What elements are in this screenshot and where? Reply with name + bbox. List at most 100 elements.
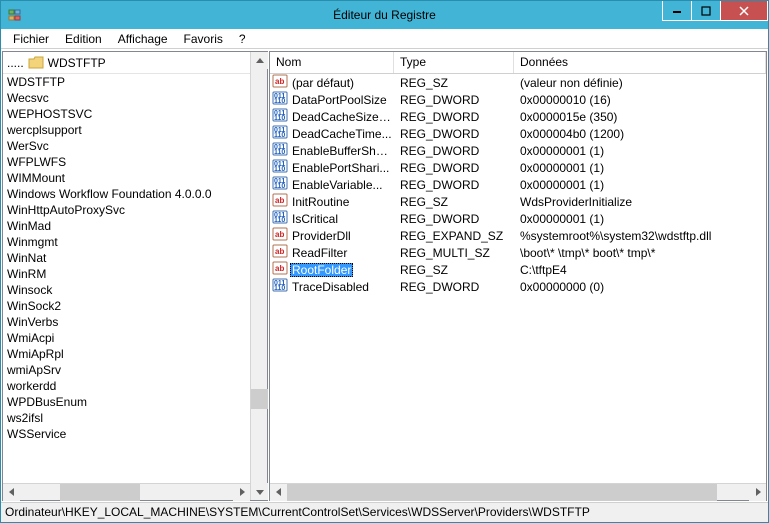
menu-file[interactable]: Fichier xyxy=(5,30,57,48)
svg-text:110: 110 xyxy=(274,149,285,156)
minimize-button[interactable] xyxy=(662,1,692,21)
list-row[interactable]: 011110EnableVariable...REG_DWORD0x000000… xyxy=(270,176,766,193)
column-name-header[interactable]: Nom xyxy=(270,52,394,73)
tree-node[interactable]: WIMMount xyxy=(5,170,248,186)
scroll-up-button[interactable] xyxy=(251,52,268,69)
tree-node[interactable]: WinNat xyxy=(5,250,248,266)
tree-node[interactable]: wercplsupport xyxy=(5,122,248,138)
titlebar[interactable]: Éditeur du Registre xyxy=(1,1,768,29)
svg-text:ab: ab xyxy=(275,230,284,239)
scroll-thumb[interactable] xyxy=(287,484,717,501)
menu-edit[interactable]: Edition xyxy=(57,30,110,48)
menu-favorites[interactable]: Favoris xyxy=(176,30,231,48)
list-row[interactable]: 011110EnablePortShari...REG_DWORD0x00000… xyxy=(270,159,766,176)
values-hscrollbar[interactable] xyxy=(270,483,766,500)
tree-body[interactable]: WDSTFTPWecsvcWEPHOSTSVCwercplsupportWerS… xyxy=(3,74,250,483)
value-data: WdsProviderInitialize xyxy=(514,195,766,209)
content-area: ..... WDSTFTP WDSTFTPWecsvcWEPHOSTSVCwer… xyxy=(1,49,768,502)
tree-path-dots: ..... xyxy=(7,56,24,70)
scroll-left-button[interactable] xyxy=(3,484,20,501)
scroll-thumb[interactable] xyxy=(60,484,140,501)
list-row[interactable]: 011110TraceDisabledREG_DWORD0x00000000 (… xyxy=(270,278,766,295)
value-data: 0x00000001 (1) xyxy=(514,178,766,192)
tree-node[interactable]: Winmgmt xyxy=(5,234,248,250)
value-name: DeadCacheTime... xyxy=(290,127,394,141)
scroll-left-button[interactable] xyxy=(270,484,287,501)
tree-node[interactable]: WinMad xyxy=(5,218,248,234)
tree-node[interactable]: WinRM xyxy=(5,266,248,282)
list-row[interactable]: abProviderDllREG_EXPAND_SZ%systemroot%\s… xyxy=(270,227,766,244)
value-type: REG_SZ xyxy=(394,76,514,90)
list-row[interactable]: 011110DeadCacheSizeL...REG_DWORD0x000001… xyxy=(270,108,766,125)
tree-node[interactable]: WerSvc xyxy=(5,138,248,154)
tree-node[interactable]: WinSock2 xyxy=(5,298,248,314)
value-name: RootFolder xyxy=(290,263,353,277)
tree-node[interactable]: Windows Workflow Foundation 4.0.0.0 xyxy=(5,186,248,202)
value-name: EnablePortShari... xyxy=(290,161,391,175)
registry-editor-window: Éditeur du Registre Fichier Edition Affi… xyxy=(0,0,769,523)
svg-text:ab: ab xyxy=(275,247,284,256)
value-name: DeadCacheSizeL... xyxy=(290,110,394,124)
svg-text:110: 110 xyxy=(274,98,285,105)
list-body[interactable]: ab(par défaut)REG_SZ(valeur non définie)… xyxy=(270,74,766,483)
list-row[interactable]: 011110IsCriticalREG_DWORD0x00000001 (1) xyxy=(270,210,766,227)
tree-hscrollbar[interactable] xyxy=(3,483,250,500)
value-data: 0x00000001 (1) xyxy=(514,212,766,226)
scroll-right-button[interactable] xyxy=(749,484,766,501)
value-type: REG_DWORD xyxy=(394,161,514,175)
tree-node[interactable]: WmiAcpi xyxy=(5,330,248,346)
tree-header[interactable]: ..... WDSTFTP xyxy=(3,52,250,74)
tree-selected-key: WDSTFTP xyxy=(48,56,106,70)
value-name: ReadFilter xyxy=(290,246,349,260)
list-row[interactable]: abRootFolderREG_SZC:\tftpE4 xyxy=(270,261,766,278)
tree-vscrollbar[interactable] xyxy=(250,52,267,500)
maximize-button[interactable] xyxy=(691,1,721,21)
tree-node[interactable]: ws2ifsl xyxy=(5,410,248,426)
value-data: 0x00000010 (16) xyxy=(514,93,766,107)
tree-node[interactable]: WinHttpAutoProxySvc xyxy=(5,202,248,218)
value-type: REG_MULTI_SZ xyxy=(394,246,514,260)
list-row[interactable]: 011110DataPortPoolSizeREG_DWORD0x0000001… xyxy=(270,91,766,108)
svg-text:ab: ab xyxy=(275,264,284,273)
scroll-right-button[interactable] xyxy=(233,484,250,501)
tree-node[interactable]: WDSTFTP xyxy=(5,74,248,90)
scroll-track[interactable] xyxy=(251,69,268,483)
value-name: (par défaut) xyxy=(290,76,356,90)
tree-node[interactable]: WEPHOSTSVC xyxy=(5,106,248,122)
value-data: 0x00000000 (0) xyxy=(514,280,766,294)
column-type-header[interactable]: Type xyxy=(394,52,514,73)
value-name: EnableVariable... xyxy=(290,178,385,192)
list-row[interactable]: ab(par défaut)REG_SZ(valeur non définie) xyxy=(270,74,766,91)
scroll-track[interactable] xyxy=(287,484,749,501)
tree-node[interactable]: WFPLWFS xyxy=(5,154,248,170)
value-type: REG_DWORD xyxy=(394,127,514,141)
svg-text:ab: ab xyxy=(275,77,284,86)
list-row[interactable]: 011110DeadCacheTime...REG_DWORD0x000004b… xyxy=(270,125,766,142)
tree-node[interactable]: WSService xyxy=(5,426,248,442)
value-name: EnableBufferSha... xyxy=(290,144,394,158)
scroll-track[interactable] xyxy=(20,484,233,501)
tree-node[interactable]: Wecsvc xyxy=(5,90,248,106)
tree-node[interactable]: Winsock xyxy=(5,282,248,298)
list-row[interactable]: abInitRoutineREG_SZWdsProviderInitialize xyxy=(270,193,766,210)
menu-view[interactable]: Affichage xyxy=(110,30,176,48)
list-row[interactable]: 011110EnableBufferSha...REG_DWORD0x00000… xyxy=(270,142,766,159)
menubar: Fichier Edition Affichage Favoris ? xyxy=(1,29,768,49)
svg-text:110: 110 xyxy=(274,115,285,122)
svg-text:110: 110 xyxy=(274,285,285,292)
close-button[interactable] xyxy=(720,1,768,21)
column-data-header[interactable]: Données xyxy=(514,52,766,73)
tree-node[interactable]: WinVerbs xyxy=(5,314,248,330)
list-row[interactable]: abReadFilterREG_MULTI_SZ\boot\* \tmp\* b… xyxy=(270,244,766,261)
svg-text:ab: ab xyxy=(275,196,284,205)
tree-node[interactable]: WmiApRpl xyxy=(5,346,248,362)
scroll-down-button[interactable] xyxy=(251,483,268,500)
scroll-thumb[interactable] xyxy=(251,389,268,409)
list-header: Nom Type Données xyxy=(270,52,766,74)
value-data: C:\tftpE4 xyxy=(514,263,766,277)
value-type: REG_DWORD xyxy=(394,110,514,124)
tree-node[interactable]: wmiApSrv xyxy=(5,362,248,378)
menu-help[interactable]: ? xyxy=(231,30,254,48)
tree-node[interactable]: WPDBusEnum xyxy=(5,394,248,410)
tree-node[interactable]: workerdd xyxy=(5,378,248,394)
